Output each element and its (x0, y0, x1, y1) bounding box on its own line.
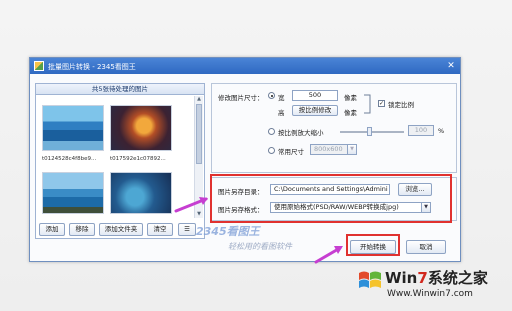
site-name: Win7系统之家 (385, 267, 488, 288)
site-url: Www.Winwin7.com (387, 289, 473, 299)
site-name-prefix: Win (385, 269, 418, 287)
arrow-icon (174, 197, 208, 213)
windows-flag-icon (359, 271, 381, 288)
arrow-icon (314, 246, 343, 264)
site-logo: Win7系统之家 Www.Winwin7.com (355, 262, 505, 306)
site-name-seven: 7 (417, 269, 428, 287)
site-name-suffix: 系统之家 (427, 269, 488, 287)
